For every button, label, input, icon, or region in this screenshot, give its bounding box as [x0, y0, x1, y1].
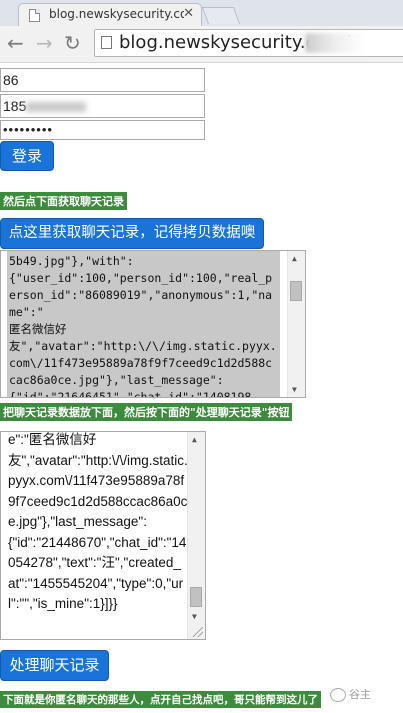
page-icon	[101, 36, 112, 49]
country-code-value: 86	[3, 72, 19, 88]
password-field[interactable]: •••••••••	[0, 120, 205, 140]
country-code-field[interactable]: 86	[0, 68, 205, 92]
scroll-up-icon[interactable]: ▲	[292, 254, 297, 263]
process-chat-button[interactable]: 处理聊天记录	[0, 650, 109, 681]
close-tab-icon[interactable]: ✕	[183, 6, 194, 21]
resize-grip-icon[interactable]	[193, 627, 203, 637]
paste-chat-text: e":"匿名微信好 友","avatar":"http:\/\/img.stat…	[8, 432, 188, 611]
raw-chat-textarea[interactable]: 5b49.jpg"},"with": {"user_id":100,"perso…	[0, 250, 306, 398]
reload-icon[interactable]: ↻	[64, 32, 81, 54]
step3-tip: 下面就是你匿名聊天的那些人，点开自己找点吧，哥只能帮到这儿了	[0, 691, 321, 708]
raw-chat-text: 5b49.jpg"},"with": {"user_id":100,"perso…	[9, 254, 277, 398]
step1-tip: 然后点下面获取聊天记录	[0, 192, 127, 210]
address-bar[interactable]: blog.newskysecurity.com/	[94, 29, 403, 57]
step2-tip: 把聊天记录数据放下面，然后按下面的"处理聊天记录"按钮	[0, 403, 293, 421]
browser-chrome: blog.newskysecurity.co ✕ ← → ↻ blog.news…	[0, 0, 403, 63]
phone-field[interactable]: 185	[0, 94, 205, 118]
watermark: 谷主	[330, 686, 371, 702]
new-tab-button[interactable]	[201, 7, 241, 24]
watermark-text: 谷主	[349, 688, 371, 701]
password-value: •••••••••	[3, 122, 53, 137]
nav-bar: ← → ↻ blog.newskysecurity.com/	[0, 27, 403, 61]
wechat-icon	[330, 688, 346, 702]
redacted-phone	[26, 102, 87, 113]
forward-arrow-icon[interactable]: →	[36, 32, 53, 54]
redacted-url-fade	[305, 33, 365, 53]
page-icon	[29, 9, 40, 22]
back-arrow-icon[interactable]: ←	[7, 32, 24, 54]
scrollbar[interactable]: ▲ ▼	[187, 432, 205, 639]
phone-value: 185	[3, 98, 27, 114]
tab-title: blog.newskysecurity.co	[49, 7, 184, 21]
fetch-chat-button[interactable]: 点这里获取聊天记录，记得拷贝数据噢	[0, 218, 264, 249]
tab-strip: blog.newskysecurity.co ✕	[0, 0, 403, 26]
scroll-up-icon[interactable]: ▲	[192, 435, 197, 444]
paste-chat-textarea[interactable]: e":"匿名微信好 友","avatar":"http:\/\/img.stat…	[0, 431, 206, 640]
scroll-down-icon[interactable]: ▼	[192, 612, 197, 621]
login-button[interactable]: 登录	[0, 141, 54, 171]
scroll-thumb[interactable]	[190, 587, 202, 607]
scrollbar[interactable]: ▲ ▼	[287, 251, 305, 397]
scroll-thumb[interactable]	[290, 281, 302, 301]
browser-tab[interactable]: blog.newskysecurity.co ✕	[18, 3, 202, 26]
scroll-down-icon[interactable]: ▼	[292, 385, 297, 394]
